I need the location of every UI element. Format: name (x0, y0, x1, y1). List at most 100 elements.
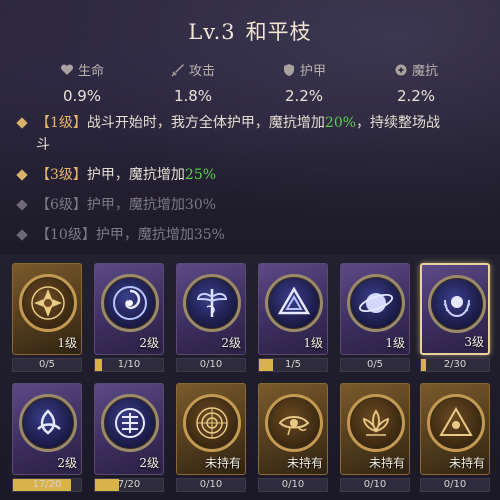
laurel-moon-icon (431, 278, 483, 330)
heart-icon (60, 63, 74, 77)
diamond-bullet-icon (16, 229, 28, 241)
item-progress-bar: 2/30 (420, 358, 490, 372)
item-card[interactable]: 未持有 0/10 (340, 383, 410, 492)
item-progress-bar: 17/20 (12, 478, 82, 492)
triangle-eye-icon (430, 397, 482, 449)
item-card-frame[interactable]: 2级 (94, 383, 164, 475)
triangle-knot-icon (268, 277, 320, 329)
vortex-icon (104, 277, 156, 329)
shield-icon (282, 63, 296, 77)
item-card[interactable]: 2级 17/20 (12, 383, 82, 492)
item-card[interactable]: 未持有 0/10 (258, 383, 328, 492)
item-card[interactable]: 1级 1/5 (258, 263, 328, 372)
item-level-label: 1级 (303, 336, 323, 350)
concentric-rings-icon (186, 397, 238, 449)
item-medal (19, 274, 77, 332)
item-level-label: 未持有 (286, 456, 323, 470)
effect-level-6: 【6级】护甲，魔抗增加30% (14, 194, 486, 216)
item-medal (183, 394, 241, 452)
item-progress-bar: 0/10 (176, 478, 246, 492)
stat-hp: 生命 0.9% (22, 60, 142, 105)
item-level-label: 未持有 (368, 456, 405, 470)
item-medal (19, 394, 77, 452)
item-card-frame[interactable]: 1级 (258, 263, 328, 355)
effect-list: 【1级】战斗开始时，我方全体护甲，魔抗增加20%，持续整场战斗 【3级】护甲，魔… (14, 112, 486, 254)
item-progress-text: 1/10 (117, 359, 141, 370)
item-level-label: 未持有 (204, 456, 241, 470)
item-progress-text: 1/5 (284, 359, 302, 370)
item-card[interactable]: 未持有 0/10 (420, 383, 490, 492)
item-medal (347, 394, 405, 452)
item-progress-text: 17/20 (32, 479, 62, 490)
item-card-frame[interactable]: 2级 (94, 263, 164, 355)
item-title: Lv.3 和平枝 (0, 16, 500, 46)
item-progress-bar: 0/10 (340, 478, 410, 492)
item-level-label: 2级 (139, 336, 159, 350)
item-medal (183, 274, 241, 332)
diamond-bullet-icon (16, 117, 28, 129)
item-progress-bar: 0/10 (420, 478, 490, 492)
stat-hp-value: 0.9% (62, 87, 102, 105)
item-progress-text: 0/10 (443, 479, 467, 490)
stat-attack-value: 1.8% (173, 87, 213, 105)
stat-magic-resist-value: 2.2% (396, 87, 436, 105)
item-card-frame[interactable]: 未持有 (258, 383, 328, 475)
item-grid: 1级 0/5 2级 1/10 2级 0/10 1级 1/5 1级 0/5 3级 2/30 2级 17/20… (0, 255, 500, 500)
item-progress-text: 0/10 (199, 359, 223, 370)
effect-level-1: 【1级】战斗开始时，我方全体护甲，魔抗增加20%，持续整场战斗 (14, 112, 486, 156)
detail-panel: Lv.3 和平枝 生命 0.9% 攻击 1.8% 护甲 2.2% 魔抗 2.2%… (0, 0, 500, 255)
stat-attack: 攻击 1.8% (133, 60, 253, 105)
item-name: 和平枝 (245, 20, 312, 44)
lotus-flower-icon (350, 397, 402, 449)
item-card[interactable]: 2级 0/10 (176, 263, 246, 372)
item-progress-text: 0/10 (281, 479, 305, 490)
item-card[interactable]: 1级 0/5 (340, 263, 410, 372)
magic-shield-icon (394, 63, 408, 77)
item-card[interactable]: 2级 1/10 (94, 263, 164, 372)
item-card[interactable]: 未持有 0/10 (176, 383, 246, 492)
item-medal (265, 274, 323, 332)
item-card-frame[interactable]: 未持有 (420, 383, 490, 475)
item-card-frame[interactable]: 1级 (12, 263, 82, 355)
item-card-frame[interactable]: 未持有 (176, 383, 246, 475)
item-medal (101, 394, 159, 452)
item-progress-text: 0/5 (38, 359, 56, 370)
item-medal (427, 394, 485, 452)
item-level-label: 2级 (139, 456, 159, 470)
item-level-label: 2级 (57, 456, 77, 470)
diamond-bullet-icon (16, 199, 28, 211)
item-medal (347, 274, 405, 332)
item-level-label: 1级 (57, 336, 77, 350)
item-progress-text: 0/5 (366, 359, 384, 370)
orbit-sphere-icon (350, 277, 402, 329)
stat-magic-resist: 魔抗 2.2% (356, 60, 476, 105)
item-progress-text: 2/30 (443, 359, 467, 370)
stat-armor-value: 2.2% (284, 87, 324, 105)
winged-staff-icon (186, 277, 238, 329)
item-card-frame[interactable]: 1级 (340, 263, 410, 355)
item-card-frame[interactable]: 2级 (12, 383, 82, 475)
lotus-mandala-icon (22, 277, 74, 329)
item-level-label: 2级 (221, 336, 241, 350)
item-card[interactable]: 1级 0/5 (12, 263, 82, 372)
item-progress-text: 0/10 (363, 479, 387, 490)
item-card-frame[interactable]: 3级 (420, 263, 490, 355)
item-progress-text: 7/20 (117, 479, 141, 490)
item-level-label: 未持有 (448, 456, 485, 470)
diamond-bullet-icon (16, 169, 28, 181)
item-progress-bar: 7/20 (94, 478, 164, 492)
item-level-label: 3级 (464, 335, 484, 349)
effect-level-3: 【3级】护甲，魔抗增加25% (14, 164, 486, 186)
item-medal (101, 274, 159, 332)
item-card[interactable]: 2级 7/20 (94, 383, 164, 492)
item-card[interactable]: 3级 2/30 (420, 263, 490, 372)
item-progress-text: 0/10 (199, 479, 223, 490)
sword-icon (171, 63, 185, 77)
item-progress-bar: 0/10 (258, 478, 328, 492)
item-medal (428, 275, 486, 333)
item-progress-bar: 1/10 (94, 358, 164, 372)
item-card-frame[interactable]: 2级 (176, 263, 246, 355)
item-progress-bar: 0/10 (176, 358, 246, 372)
item-card-frame[interactable]: 未持有 (340, 383, 410, 475)
effect-level-10: 【10级】护甲，魔抗增加35% (14, 224, 486, 246)
